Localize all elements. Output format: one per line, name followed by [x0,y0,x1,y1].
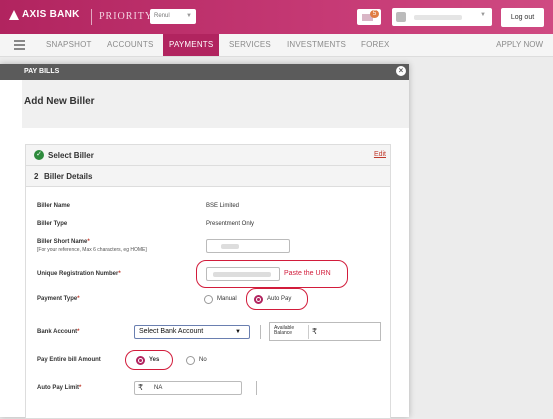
auto-pay-limit-input[interactable]: ₹ NA [134,381,242,395]
biller-type-value: Presentment Only [206,221,255,227]
modal-title: PAY BILLS [24,68,60,75]
auto-pay-limit-label: Auto Pay Limit* [37,385,81,391]
bank-account-label-text: Bank Account [37,329,78,335]
required-mark: * [77,329,80,335]
pay-entire-yes-label: Yes [149,357,160,363]
user-name-redacted [414,15,462,20]
urn-input[interactable] [206,267,280,281]
nav-item-payments[interactable]: PAYMENTS [163,34,220,56]
chevron-down-icon: ▼ [480,12,486,18]
biller-name-label: Biller Name [37,203,71,209]
language-value: Renul [154,13,170,19]
modal-header: PAY BILLS × [0,64,409,80]
urn-label-text: Unique Registration Number [37,271,119,277]
short-name-label: Biller Short Name* [37,239,90,245]
check-icon: ✓ [34,150,44,160]
apply-now-link[interactable]: APPLY NOW [496,34,543,56]
redacted-value [221,244,239,249]
mail-count-badge: 5 [370,10,379,18]
manual-radio[interactable] [204,295,213,304]
menu-icon[interactable] [14,40,25,52]
biller-type-label: Biller Type [37,221,68,227]
required-mark: * [87,239,90,245]
user-menu[interactable]: ▼ [392,8,492,26]
available-balance-label: Available Balance [274,325,295,336]
auto-pay-limit-label-text: Auto Pay Limit [37,385,80,391]
payment-type-label-text: Payment Type [37,296,78,302]
pay-entire-yes-radio[interactable] [136,356,145,365]
short-name-label-text: Biller Short Name [37,239,88,245]
pay-bills-modal: PAY BILLS × Add New Biller ✓ Select Bill… [0,64,409,419]
axis-logo-icon [9,9,19,20]
biller-form-panel: ✓ Select Biller Edit 2 Biller Details Bi… [25,144,391,419]
step-biller-details: 2 Biller Details [26,166,390,187]
divider [256,325,261,339]
payment-type-label: Payment Type* [37,296,80,302]
nav-item-snapshot[interactable]: SNAPSHOT [46,34,92,56]
nav-item-accounts[interactable]: ACCOUNTS [107,34,154,56]
priority-label: PRIORITY [99,11,154,22]
redacted-value [213,272,271,277]
divider [91,9,92,25]
bank-account-select[interactable]: Select Bank Account ▼ [134,325,250,339]
nav-item-forex[interactable]: FOREX [361,34,390,56]
logout-button[interactable]: Log out [501,8,544,27]
available-balance-box: Available Balance ₹ [269,322,381,341]
nav-item-services[interactable]: SERVICES [229,34,271,56]
page-title: Add New Biller [24,96,95,107]
chevron-down-icon: ▼ [186,13,192,19]
bank-account-placeholder: Select Bank Account [139,328,204,335]
rupee-icon: ₹ [138,383,144,392]
chevron-down-icon: ▼ [235,329,241,335]
bank-logo[interactable]: AXIS BANK [9,9,80,20]
auto-pay-radio[interactable] [254,295,263,304]
urn-label: Unique Registration Number* [37,271,121,277]
auto-pay-radio-label: Auto Pay [267,296,292,302]
step-title: Select Biller [48,151,94,160]
brand-name: AXIS BANK [22,9,80,20]
required-mark: * [77,296,80,302]
pay-entire-label: Pay Entire bill Amount [37,357,101,363]
pay-entire-no-radio[interactable] [186,356,195,365]
rupee-icon: ₹ [312,327,318,336]
step-number: 2 [34,172,39,181]
user-icon [396,12,406,22]
biller-name-value: BSE Limited [206,203,240,209]
auto-pay-limit-value: NA [154,385,163,391]
bank-account-label: Bank Account* [37,329,79,335]
pay-entire-no-label: No [199,357,207,363]
top-header: AXIS BANK PRIORITY Renul ▼ 5 ▼ Log out [0,0,553,34]
main-nav: SNAPSHOT ACCOUNTS PAYMENTS SERVICES INVE… [0,34,553,57]
language-select[interactable]: Renul ▼ [150,9,196,24]
nav-item-investments[interactable]: INVESTMENTS [287,34,346,56]
step-title: Biller Details [44,172,93,181]
short-name-hint: [For your reference, Max 6 characters, e… [37,247,147,253]
short-name-input[interactable] [206,239,290,253]
close-icon[interactable]: × [396,66,406,76]
mail-button[interactable]: 5 [357,9,381,25]
edit-link[interactable]: Edit [374,151,386,158]
page-title-bar: Add New Biller [22,80,409,128]
manual-radio-label: Manual [217,296,237,302]
required-mark: * [79,385,82,391]
urn-note: Paste the URN [284,270,331,277]
divider [252,381,257,395]
divider [308,325,309,339]
required-mark: * [118,271,121,277]
step-select-biller: ✓ Select Biller Edit [26,145,390,166]
